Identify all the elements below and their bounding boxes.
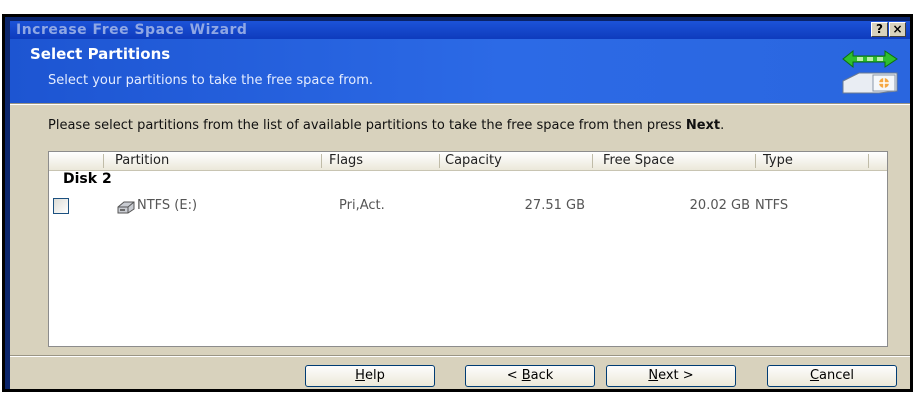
column-divider[interactable] [868,154,869,168]
partition-checkbox[interactable] [53,198,69,214]
cancel-button-label: ancel [819,368,855,383]
instructions-text: Please select partitions from the list o… [48,119,878,132]
cancel-button[interactable]: Cancel [767,365,897,387]
column-header-type[interactable]: Type [763,153,793,168]
column-header-partition[interactable]: Partition [115,153,169,168]
partition-list[interactable]: Partition Flags Capacity Free Space Type… [48,151,888,347]
header-separator [10,103,910,105]
instructions-body: Please select partitions from the list o… [48,118,686,133]
screenshot-frame: Increase Free Space Wizard ? × Select Pa… [2,14,913,392]
column-header-capacity[interactable]: Capacity [445,153,502,168]
page-subtitle: Select your partitions to take the free … [48,73,374,88]
column-header-flags[interactable]: Flags [329,153,363,168]
wizard-window: Increase Free Space Wizard ? × Select Pa… [10,21,910,389]
help-title-button[interactable]: ? [871,22,888,37]
help-button-label: elp [364,368,385,383]
cell-capacity: 27.51 GB [524,198,585,213]
wizard-header: Select Partitions Select your partitions… [10,39,910,103]
table-row[interactable]: NTFS (E:) Pri,Act. 27.51 GB 20.02 GB NTF… [49,196,887,218]
next-button[interactable]: Next > [606,365,736,387]
column-header-free-space[interactable]: Free Space [603,153,674,168]
cell-flags: Pri,Act. [339,198,385,213]
back-button-access-key: B [521,368,531,383]
cell-partition: NTFS (E:) [137,198,198,213]
instructions-emphasis: Next [685,118,721,133]
column-divider[interactable] [321,154,322,168]
help-button[interactable]: Help [305,365,435,387]
column-divider[interactable] [755,154,756,168]
title-bar[interactable]: Increase Free Space Wizard ? × [10,21,910,39]
list-header: Partition Flags Capacity Free Space Type [49,152,887,171]
cancel-button-access-key: C [809,368,820,383]
next-button-access-key: N [648,368,659,383]
window-title: Increase Free Space Wizard [16,22,248,38]
page-title: Select Partitions [30,45,171,63]
disk-transfer-icon [842,49,898,94]
footer-separator [10,355,910,357]
help-button-access-key: H [355,368,365,383]
close-title-button[interactable]: × [889,22,906,37]
cell-type: NTFS [755,198,789,213]
disk-group-label: Disk 2 [63,171,112,187]
instructions-suffix: . [720,118,725,133]
next-button-label: ext > [658,368,694,383]
back-button-label: ack [530,368,554,383]
back-button[interactable]: < Back [465,365,595,387]
column-divider[interactable] [439,154,440,168]
column-divider[interactable] [103,154,104,168]
drive-icon [117,201,135,214]
column-divider[interactable] [592,154,593,168]
back-button-prefix: < [506,368,522,383]
cell-free-space: 20.02 GB [689,198,750,213]
